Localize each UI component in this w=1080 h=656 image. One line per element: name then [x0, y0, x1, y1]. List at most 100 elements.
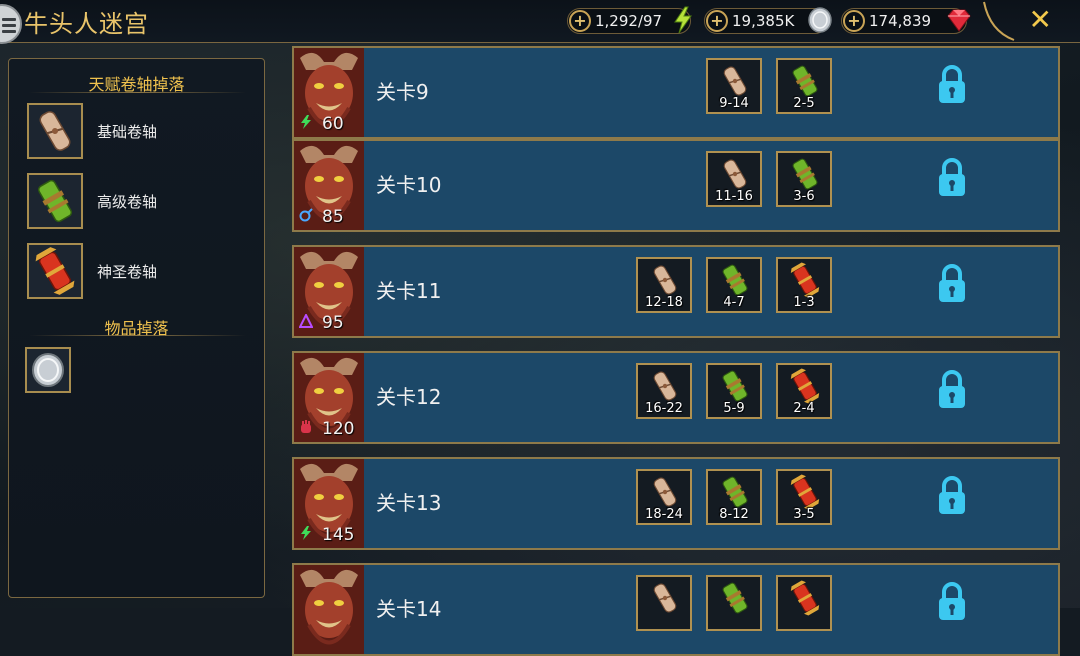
void-affinity-icon	[301, 420, 311, 433]
stage-level: 60	[322, 114, 344, 134]
drop-item-advanced-scroll[interactable]: 高级卷轴	[27, 173, 157, 229]
sacred-scroll-icon	[790, 368, 820, 404]
drop-item-silver[interactable]	[25, 347, 71, 393]
reward-count: 3-6	[793, 189, 815, 204]
silver-value: 19,385K	[732, 12, 795, 30]
reward-count: 12-18	[645, 295, 683, 310]
advanced-scroll-label: 高级卷轴	[97, 192, 158, 211]
reward-count: 1-3	[793, 295, 815, 310]
sacred-scroll-icon	[35, 247, 75, 295]
lock-icon	[939, 264, 965, 302]
sacred-scroll-label: 神圣卷轴	[97, 262, 158, 281]
stage-row[interactable]: 145 关卡13 18-24 8-12 3-5	[292, 457, 1060, 550]
add-energy-button[interactable]: +	[569, 10, 591, 32]
reward-sacred-scroll[interactable]: 1-3	[776, 257, 832, 313]
close-button[interactable]: ✕	[1029, 6, 1052, 34]
reward-advanced-scroll[interactable]	[706, 575, 762, 631]
basic-scroll-icon	[723, 159, 747, 189]
reward-count: 5-9	[723, 401, 745, 416]
silver-coin-icon	[808, 7, 832, 33]
boss-portrait: 145	[294, 459, 364, 548]
lock-icon	[939, 582, 965, 620]
sacred-scroll-icon	[790, 474, 820, 510]
energy-value: 1,292/97	[595, 12, 663, 30]
sacred-scroll-slot[interactable]	[27, 243, 83, 299]
reward-count: 18-24	[645, 507, 683, 522]
stage-row[interactable]: 120 关卡12 16-22 5-9 2-4	[292, 351, 1060, 444]
reward-count: 8-12	[719, 507, 749, 522]
reward-advanced-scroll[interactable]: 5-9	[706, 363, 762, 419]
reward-basic-scroll[interactable]	[636, 575, 692, 631]
divider	[29, 92, 246, 93]
basic-scroll-icon	[653, 371, 677, 401]
reward-advanced-scroll[interactable]: 4-7	[706, 257, 762, 313]
stage-row[interactable]: 60 关卡9 9-14 2-5	[292, 46, 1060, 139]
reward-count: 11-16	[715, 189, 753, 204]
lock-icon	[939, 370, 965, 408]
gem-resource: + 174,839	[841, 8, 971, 34]
spirit-affinity-icon	[299, 314, 313, 328]
add-gem-button[interactable]: +	[843, 10, 865, 32]
reward-sacred-scroll[interactable]: 3-5	[776, 469, 832, 525]
advanced-scroll-icon	[792, 65, 818, 97]
basic-scroll-icon	[653, 477, 677, 507]
advanced-scroll-icon	[722, 476, 748, 508]
stage-name: 关卡11	[376, 279, 442, 303]
silver-resource: + 19,385K	[704, 7, 832, 34]
reward-count: 9-14	[719, 96, 749, 111]
advanced-scroll-icon	[792, 158, 818, 190]
top-bar: 牛头人迷宫 + 1,292/97 + 19,385K + 174,839 ✕	[0, 0, 1080, 44]
energy-bolt-icon	[674, 6, 692, 34]
silver-slot[interactable]	[25, 347, 71, 393]
corner-ornament	[983, 1, 1015, 41]
reward-basic-scroll[interactable]: 11-16	[706, 151, 762, 207]
basic-scroll-icon	[653, 583, 677, 613]
stage-row[interactable]: 95 关卡11 12-18 4-7 1-3	[292, 245, 1060, 338]
reward-basic-scroll[interactable]: 12-18	[636, 257, 692, 313]
basic-scroll-slot[interactable]	[27, 103, 83, 159]
energy-resource: + 1,292/97	[567, 6, 692, 34]
reward-count: 16-22	[645, 401, 683, 416]
sacred-scroll-icon	[790, 262, 820, 298]
reward-basic-scroll[interactable]: 9-14	[706, 58, 762, 114]
drop-info-panel: 天赋卷轴掉落 基础卷轴 高级卷轴 神圣卷轴 物品掉落	[8, 58, 265, 598]
menu-button[interactable]	[0, 4, 22, 44]
reward-basic-scroll[interactable]: 18-24	[636, 469, 692, 525]
stage-row[interactable]: 关卡14	[292, 563, 1060, 656]
reward-advanced-scroll[interactable]: 3-6	[776, 151, 832, 207]
reward-advanced-scroll[interactable]: 8-12	[706, 469, 762, 525]
drop-item-basic-scroll[interactable]: 基础卷轴	[27, 103, 157, 159]
stage-level: 145	[322, 525, 355, 545]
advanced-scroll-icon	[722, 264, 748, 296]
stage-name: 关卡13	[376, 491, 442, 515]
gem-value: 174,839	[869, 12, 932, 30]
add-silver-button[interactable]: +	[706, 10, 728, 32]
ruby-gem-icon	[947, 9, 971, 32]
reward-basic-scroll[interactable]: 16-22	[636, 363, 692, 419]
lock-icon	[939, 65, 965, 103]
drop-item-sacred-scroll[interactable]: 神圣卷轴	[27, 243, 157, 299]
minotaur-portrait	[294, 565, 364, 654]
stage-level: 85	[322, 207, 344, 227]
stage-row[interactable]: 85 关卡10 11-16 3-6	[292, 139, 1060, 232]
advanced-scroll-icon	[37, 179, 73, 223]
force-affinity-icon	[301, 115, 311, 129]
reward-sacred-scroll[interactable]	[776, 575, 832, 631]
boss-portrait	[294, 565, 364, 654]
basic-scroll-icon	[39, 111, 71, 151]
reward-count: 4-7	[723, 295, 745, 310]
silver-coin-icon	[32, 353, 64, 387]
divider	[29, 335, 246, 336]
sacred-scroll-icon	[790, 580, 820, 616]
boss-portrait: 95	[294, 247, 364, 336]
stage-name: 关卡10	[376, 173, 442, 197]
boss-portrait: 60	[294, 48, 364, 137]
reward-sacred-scroll[interactable]: 2-4	[776, 363, 832, 419]
reward-count: 2-4	[793, 401, 815, 416]
advanced-scroll-slot[interactable]	[27, 173, 83, 229]
reward-advanced-scroll[interactable]: 2-5	[776, 58, 832, 114]
magic-affinity-icon	[299, 208, 313, 222]
page-title: 牛头人迷宫	[24, 10, 149, 38]
lock-icon	[939, 158, 965, 196]
advanced-scroll-icon	[722, 582, 748, 614]
